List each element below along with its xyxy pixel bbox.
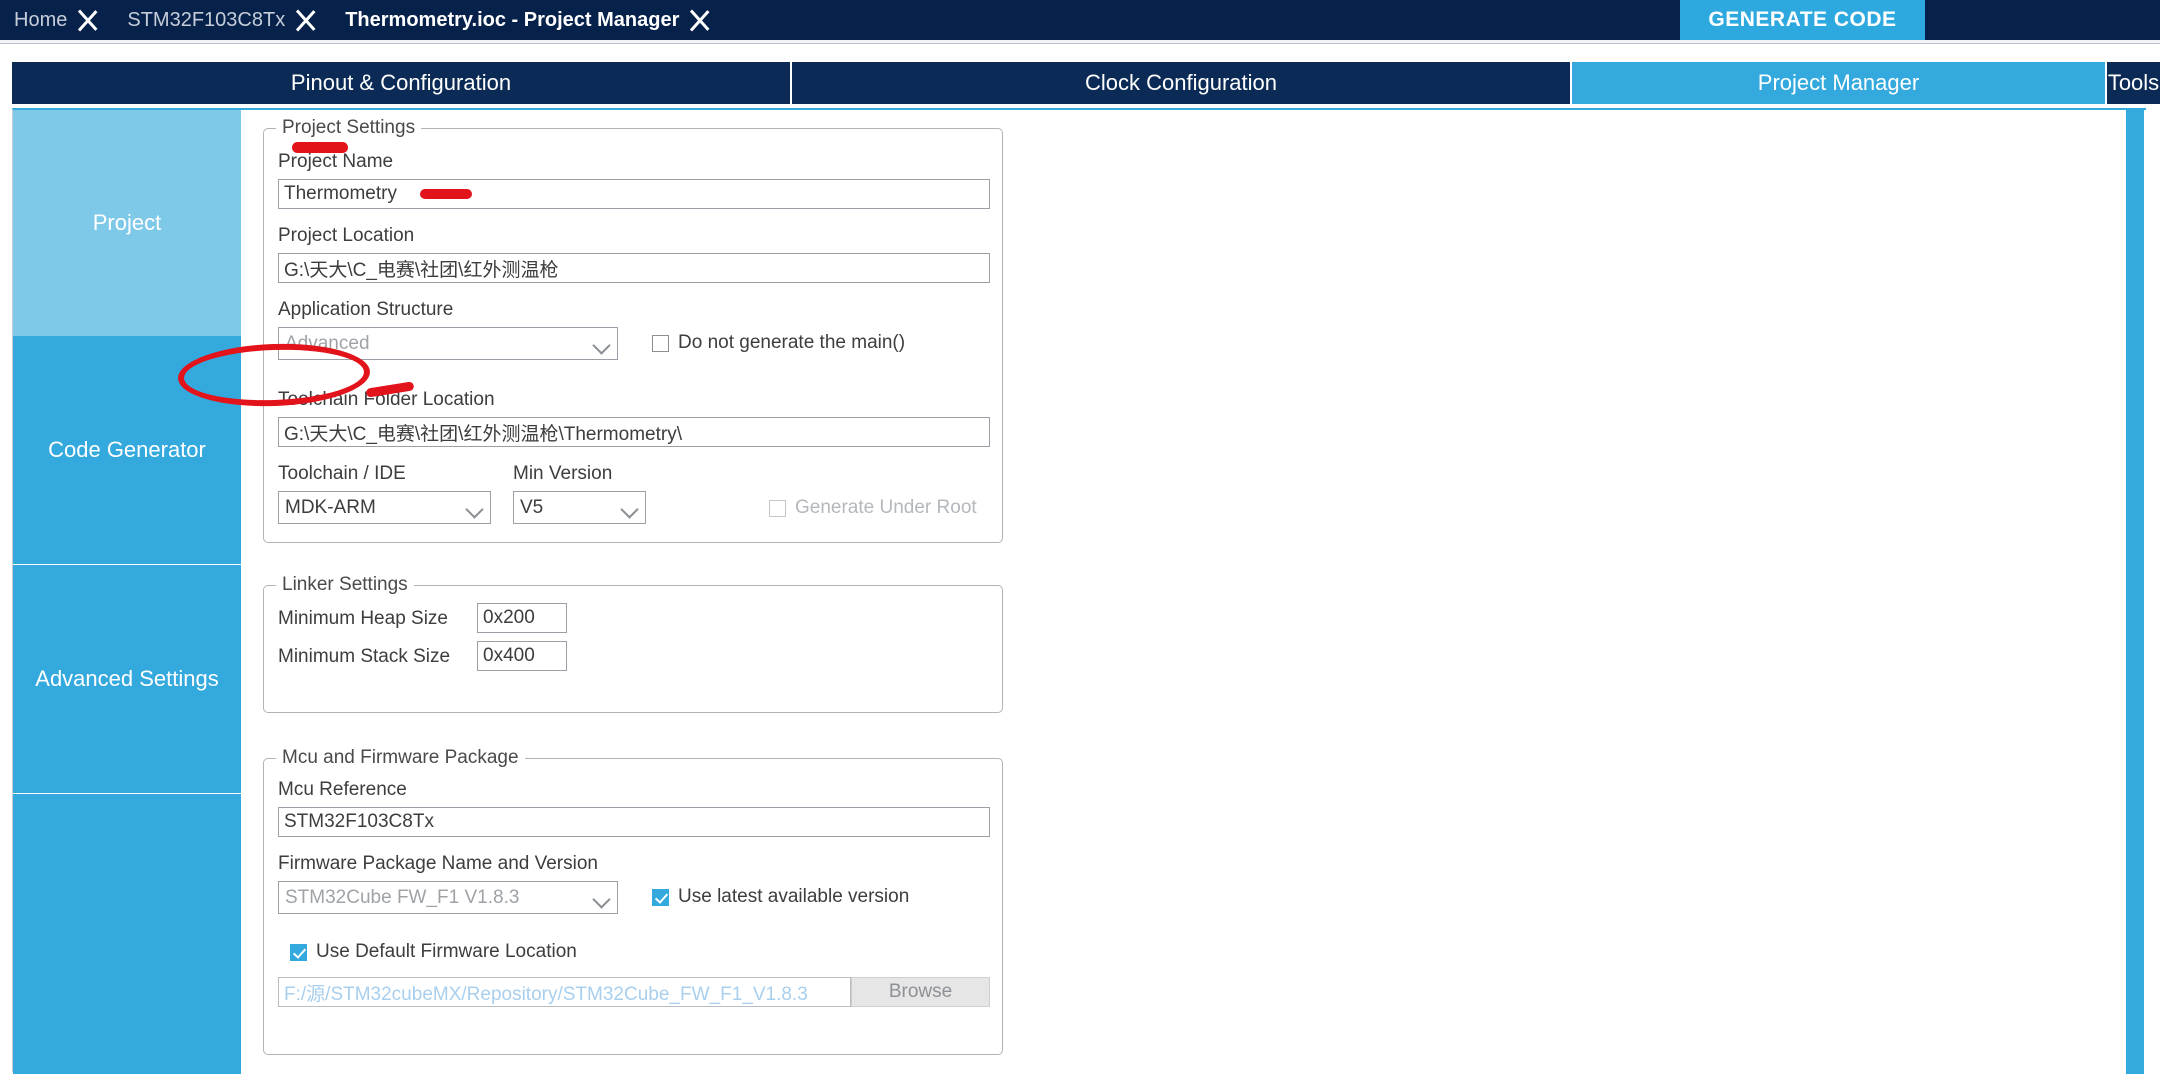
generate-under-root-label: Generate Under Root <box>795 497 977 518</box>
chevron-right-icon <box>685 0 723 40</box>
breadcrumb-item-mcu[interactable]: STM32F103C8Tx <box>113 0 331 40</box>
chevron-down-icon <box>587 882 617 913</box>
chevron-right-icon <box>291 0 329 40</box>
sidebar: Project Code Generator Advanced Settings <box>13 110 241 1074</box>
mcu-firmware-group-title: Mcu and Firmware Package <box>276 747 525 769</box>
linker-settings-group-title: Linker Settings <box>276 574 414 596</box>
min-version-value: V5 <box>520 496 544 518</box>
project-settings-group-title: Project Settings <box>276 117 422 139</box>
project-name-label: Project Name <box>278 151 394 172</box>
use-default-firmware-location-checkbox[interactable]: Use Default Firmware Location <box>290 941 577 963</box>
sidebar-item-advanced-settings[interactable]: Advanced Settings <box>13 565 241 794</box>
project-settings-group: Project Settings Project Name Thermometr… <box>263 117 1003 543</box>
linker-settings-group: Linker Settings Minimum Heap Size 0x200 … <box>263 574 1003 713</box>
generate-code-button[interactable]: GENERATE CODE <box>1680 0 1925 40</box>
content-area: Project Code Generator Advanced Settings… <box>12 108 2146 1074</box>
firmware-package-label: Firmware Package Name and Version <box>278 853 598 874</box>
tab-clock-configuration[interactable]: Clock Configuration <box>792 62 1572 104</box>
checkbox-checked-icon <box>652 888 669 906</box>
breadcrumb: Home STM32F103C8Tx Thermometry.ioc - Pro… <box>0 0 2160 40</box>
minimum-stack-size-label: Minimum Stack Size <box>278 646 451 667</box>
do-not-generate-main-checkbox[interactable]: Do not generate the main() <box>652 332 905 354</box>
sidebar-item-empty[interactable] <box>13 794 241 1073</box>
mcu-reference-input[interactable]: STM32F103C8Tx <box>278 807 990 837</box>
minimum-stack-size-input[interactable]: 0x400 <box>477 641 567 671</box>
breadcrumb-item-label: Thermometry.ioc - Project Manager <box>345 8 680 31</box>
project-name-input[interactable]: Thermometry <box>278 179 990 209</box>
tab-pinout-configuration[interactable]: Pinout & Configuration <box>12 62 792 104</box>
toolchain-ide-value: MDK-ARM <box>285 496 376 518</box>
project-settings-panel: Project Settings Project Name Thermometr… <box>241 110 2125 1074</box>
tab-project-manager[interactable]: Project Manager <box>1572 62 2107 104</box>
checkbox-box-icon <box>652 334 669 352</box>
application-structure-value: Advanced <box>285 332 370 354</box>
application-structure-label: Application Structure <box>278 299 454 320</box>
firmware-package-select[interactable]: STM32Cube FW_F1 V1.8.3 <box>278 881 618 914</box>
min-version-select[interactable]: V5 <box>513 491 646 524</box>
mcu-firmware-group: Mcu and Firmware Package Mcu Reference S… <box>263 747 1003 1055</box>
toolchain-folder-label: Toolchain Folder Location <box>278 389 495 410</box>
firmware-package-value: STM32Cube FW_F1 V1.8.3 <box>285 886 520 908</box>
main-tab-bar: Pinout & Configuration Clock Configurati… <box>12 62 2160 104</box>
sidebar-item-code-generator[interactable]: Code Generator <box>13 336 241 565</box>
chevron-down-icon <box>615 492 645 523</box>
chevron-down-icon <box>587 328 617 359</box>
project-location-input[interactable]: G:\天大\C_电赛\社团\红外测温枪 <box>278 253 990 283</box>
do-not-generate-main-label: Do not generate the main() <box>678 332 906 353</box>
application-structure-select[interactable]: Advanced <box>278 327 618 360</box>
tab-tools[interactable]: Tools <box>2107 62 2160 104</box>
firmware-path-input[interactable]: F:/源/STM32cubeMX/Repository/STM32Cube_FW… <box>278 977 851 1007</box>
toolchain-ide-label: Toolchain / IDE <box>278 463 406 484</box>
checkbox-checked-icon <box>290 943 307 961</box>
browse-button[interactable]: Browse <box>851 977 990 1007</box>
breadcrumb-item-label: STM32F103C8Tx <box>127 8 286 31</box>
breadcrumb-item-home[interactable]: Home <box>0 0 113 40</box>
chevron-right-icon <box>73 0 111 40</box>
use-default-firmware-location-label: Use Default Firmware Location <box>316 941 577 962</box>
generate-under-root-checkbox[interactable]: Generate Under Root <box>769 497 977 519</box>
toolchain-folder-input[interactable]: G:\天大\C_电赛\社团\红外测温枪\Thermometry\ <box>278 417 990 447</box>
use-latest-version-checkbox[interactable]: Use latest available version <box>652 886 909 908</box>
minimum-heap-size-label: Minimum Heap Size <box>278 608 448 629</box>
breadcrumb-divider <box>0 40 2160 44</box>
project-location-label: Project Location <box>278 225 415 246</box>
vertical-scrollbar[interactable] <box>2126 110 2144 1074</box>
min-version-label: Min Version <box>513 463 613 484</box>
sidebar-item-project[interactable]: Project <box>13 110 241 336</box>
checkbox-box-icon <box>769 499 786 517</box>
use-latest-version-label: Use latest available version <box>678 886 910 907</box>
minimum-heap-size-input[interactable]: 0x200 <box>477 603 567 633</box>
breadcrumb-item-current[interactable]: Thermometry.ioc - Project Manager <box>331 0 725 40</box>
chevron-down-icon <box>460 492 490 523</box>
breadcrumb-item-label: Home <box>14 8 68 31</box>
mcu-reference-label: Mcu Reference <box>278 779 407 800</box>
toolchain-ide-select[interactable]: MDK-ARM <box>278 491 491 524</box>
